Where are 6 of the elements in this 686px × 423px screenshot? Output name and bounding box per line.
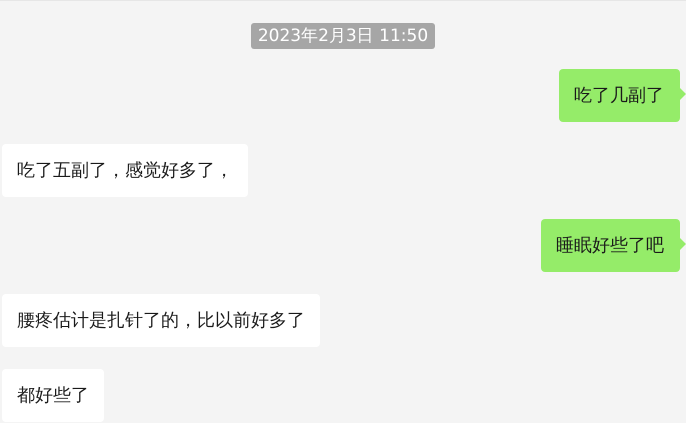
message-bubble: 吃了几副了 (559, 69, 686, 122)
timestamp-label: 2023年2月3日 11:50 (250, 23, 436, 49)
message-bubble: 睡眠好些了吧 (541, 219, 686, 272)
message-bubble: 都好些了 (2, 369, 104, 422)
message-bubble: 腰疼估计是扎针了的，比以前好多了 (2, 294, 320, 347)
message-bubble: 吃了五副了，感觉好多了， (2, 144, 248, 197)
